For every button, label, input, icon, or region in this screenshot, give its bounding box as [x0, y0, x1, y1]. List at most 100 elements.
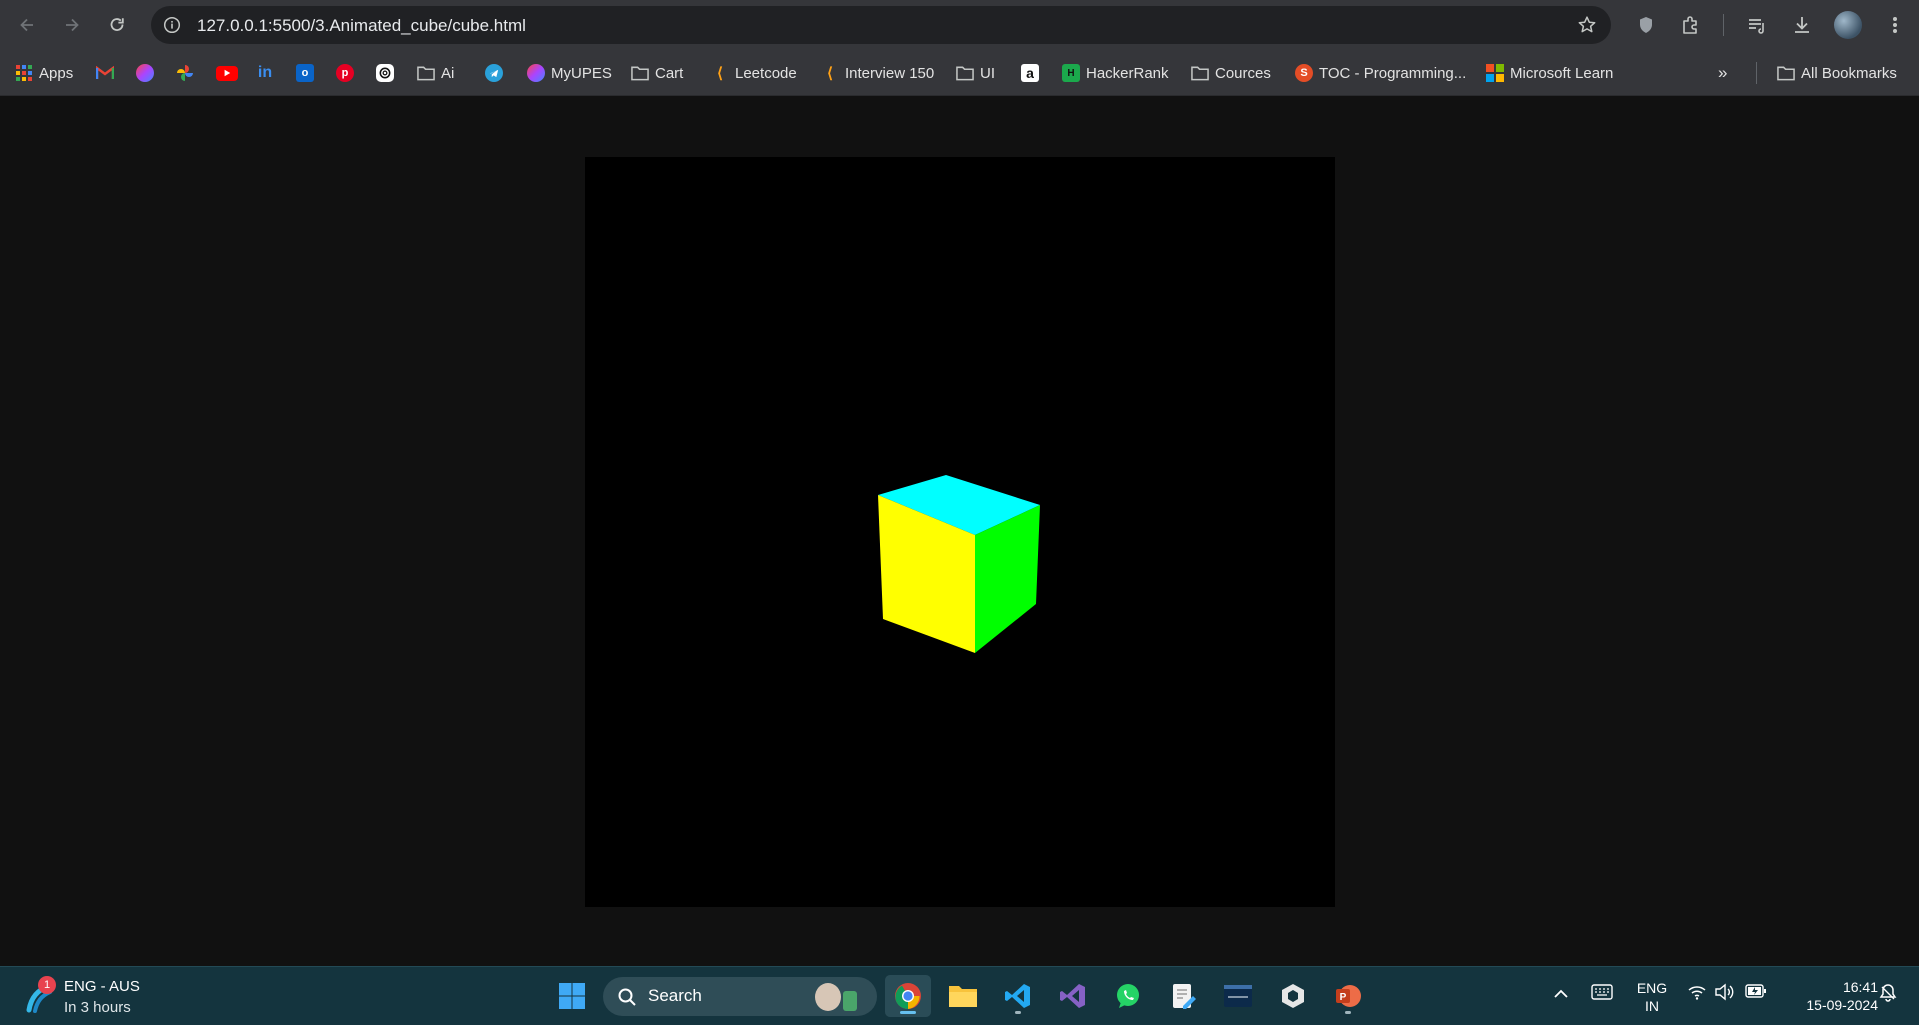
url-text[interactable]: 127.0.0.1:5500/3.Animated_cube/cube.html	[197, 16, 526, 36]
bookmark-google-photos[interactable]	[176, 50, 200, 96]
battery-charging-icon[interactable]	[1745, 984, 1767, 1003]
bookmark-label: UI	[980, 64, 995, 82]
bookmark-label: Cources	[1215, 64, 1271, 82]
folder-icon	[631, 64, 649, 82]
microsoft-icon	[1486, 64, 1504, 82]
document-edit-icon	[1173, 984, 1196, 1009]
clock-time: 16:41	[1842, 979, 1878, 995]
bookmark-label: Interview 150	[845, 64, 935, 82]
bookmark-microsoft-learn[interactable]: Microsoft Learn	[1486, 50, 1613, 96]
forward-button[interactable]	[57, 10, 87, 40]
youtube-icon	[216, 65, 238, 81]
bookmark-label: TOC - Programming...	[1319, 64, 1467, 82]
bookmarks-overflow-chevron-icon[interactable]: »	[1718, 50, 1727, 96]
volume-icon[interactable]	[1714, 983, 1734, 1006]
bookmark-apps[interactable]: Apps	[15, 50, 73, 96]
taskbar-search-box[interactable]: Search	[603, 977, 877, 1016]
bookmark-gmail[interactable]	[96, 50, 120, 96]
site-info-icon[interactable]	[163, 16, 181, 34]
webgl-canvas[interactable]	[585, 157, 1335, 907]
language-indicator[interactable]: ENG IN	[1632, 979, 1672, 1015]
bookmarks-divider	[1756, 62, 1757, 84]
clock[interactable]: 16:41 15-09-2024	[1782, 978, 1878, 1014]
apps-grid-icon	[15, 64, 33, 82]
taskbar-vscode[interactable]	[995, 975, 1041, 1017]
taskbar-powerpoint[interactable]: P	[1325, 975, 1371, 1017]
back-arrow-icon	[20, 18, 33, 32]
bookmark-outlook[interactable]: o	[296, 50, 320, 96]
reload-icon	[110, 18, 124, 31]
taskbar-unity[interactable]	[1270, 975, 1316, 1017]
taskbar-whatsapp[interactable]	[1105, 975, 1151, 1017]
bookmark-telegram[interactable]	[485, 50, 509, 96]
taskbar-notepad[interactable]	[1160, 975, 1206, 1017]
bookmark-star-icon[interactable]	[1577, 15, 1597, 35]
folder-icon	[949, 986, 977, 1007]
bookmark-label: All Bookmarks	[1801, 64, 1897, 82]
telegram-icon	[485, 64, 503, 82]
bookmark-folder-cart[interactable]: Cart	[631, 50, 683, 96]
taskbar-mysql[interactable]	[1215, 975, 1261, 1017]
bookmark-folder-ai[interactable]: Ai	[417, 50, 454, 96]
pinterest-icon: p	[336, 64, 354, 82]
tray-overflow-chevron-icon[interactable]	[1553, 986, 1569, 1004]
bookmark-folder-ui[interactable]: UI	[956, 50, 995, 96]
bookmark-chatgpt[interactable]	[376, 50, 400, 96]
wifi-icon[interactable]	[1687, 984, 1707, 1005]
gmail-icon	[96, 64, 114, 82]
taskbar-file-explorer[interactable]	[940, 975, 986, 1017]
bookmark-myupes[interactable]: MyUPES	[527, 50, 612, 96]
leetcode-icon: ⟨	[717, 65, 723, 82]
media-queue-icon[interactable]	[1745, 13, 1769, 37]
weather-badge: 1	[38, 976, 56, 994]
weather-subtitle[interactable]: In 3 hours	[64, 999, 131, 1016]
mysql-icon	[1224, 985, 1252, 1007]
reload-button[interactable]	[102, 10, 132, 40]
address-bar[interactable]: 127.0.0.1:5500/3.Animated_cube/cube.html	[151, 6, 1611, 44]
unity-icon	[1282, 984, 1304, 1008]
bookmark-label: Ai	[441, 64, 455, 82]
search-label: Search	[648, 986, 702, 1005]
bookmark-pinterest[interactable]: p	[336, 50, 360, 96]
extensions-puzzle-icon[interactable]	[1679, 13, 1703, 37]
active-app-indicator	[900, 1011, 916, 1014]
bookmark-interview-150[interactable]: ⟨ Interview 150	[821, 50, 934, 96]
profile-avatar[interactable]	[1834, 11, 1862, 39]
back-button[interactable]	[12, 10, 42, 40]
clock-date: 15-09-2024	[1806, 997, 1878, 1013]
folder-icon	[417, 64, 435, 82]
bookmark-hackerrank[interactable]: H HackerRank	[1062, 50, 1169, 96]
taskbar-chrome[interactable]	[885, 975, 931, 1017]
search-highlight-decoration-icon	[843, 991, 857, 1011]
taskbar-visual-studio[interactable]	[1050, 975, 1096, 1017]
menu-kebab-icon[interactable]	[1883, 13, 1907, 37]
bookmark-linkedin[interactable]: in	[256, 50, 280, 96]
forward-arrow-icon	[66, 18, 79, 32]
weather-title[interactable]: ENG - AUS	[64, 978, 140, 995]
myupes-icon	[527, 64, 545, 82]
bookmark-amazon[interactable]: a	[1021, 50, 1045, 96]
chrome-icon	[895, 983, 921, 1010]
touch-keyboard-icon[interactable]	[1591, 984, 1613, 1005]
bookmark-all-bookmarks[interactable]: All Bookmarks	[1777, 50, 1897, 96]
bookmark-toc[interactable]: S TOC - Programming...	[1295, 50, 1466, 96]
extension-shield-icon[interactable]	[1634, 13, 1658, 37]
notifications-bell-icon[interactable]	[1878, 983, 1898, 1008]
bookmark-label: Cart	[655, 64, 684, 82]
bookmark-label: Leetcode	[735, 64, 797, 82]
start-button[interactable]	[549, 975, 595, 1017]
windows-taskbar: 1 ENG - AUS In 3 hours Search P ENG IN 1…	[0, 966, 1919, 1025]
leetcode-icon: ⟨	[827, 65, 833, 82]
bookmark-label: Apps	[39, 64, 74, 82]
bookmark-leetcode[interactable]: ⟨ Leetcode	[711, 50, 797, 96]
bookmark-label: Microsoft Learn	[1510, 64, 1614, 82]
bookmark-youtube[interactable]	[216, 50, 244, 96]
bookmark-myupes-1[interactable]	[136, 50, 160, 96]
vscode-icon	[1005, 984, 1030, 1008]
folder-icon	[956, 64, 974, 82]
svg-text:P: P	[1340, 992, 1347, 1003]
language-region: IN	[1645, 998, 1659, 1014]
bookmark-folder-cources[interactable]: Cources	[1191, 50, 1271, 96]
downloads-icon[interactable]	[1790, 13, 1814, 37]
chatgpt-icon	[376, 64, 394, 82]
